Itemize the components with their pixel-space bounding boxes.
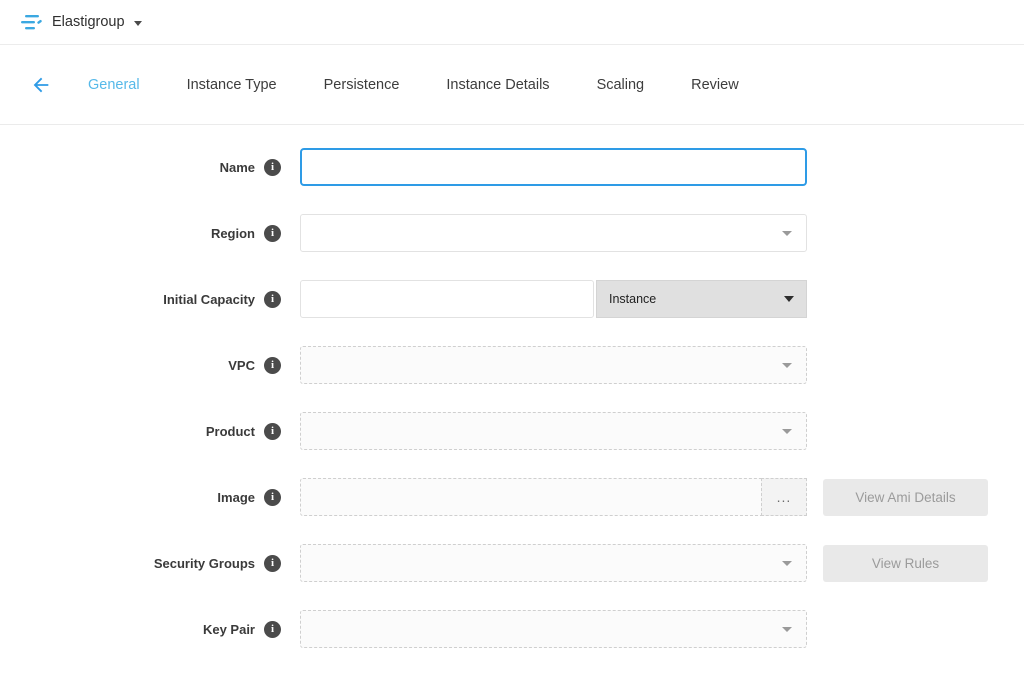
info-icon[interactable]: i [264,159,281,176]
region-select[interactable] [300,214,807,252]
region-label: Region [211,226,255,241]
topbar: Elastigroup [0,0,1024,45]
key-pair-label: Key Pair [203,622,255,637]
chevron-down-icon [782,231,792,236]
general-form: Name i Region i Initial Capacity i Inst [0,125,1024,648]
product-select[interactable] [300,412,807,450]
info-icon[interactable]: i [264,621,281,638]
tab-general[interactable]: General [88,77,140,93]
form-row-product: Product i [0,412,1024,450]
form-row-region: Region i [0,214,1024,252]
image-label: Image [217,490,255,505]
elastigroup-logo-icon [20,14,43,31]
chevron-down-icon [782,363,792,368]
info-icon[interactable]: i [264,357,281,374]
app-switcher[interactable]: Elastigroup [20,14,142,31]
info-icon[interactable]: i [264,423,281,440]
chevron-down-icon [782,561,792,566]
arrow-left-icon [30,74,52,96]
info-icon[interactable]: i [264,489,281,506]
chevron-down-icon [784,296,794,302]
chevron-down-icon [782,429,792,434]
name-label: Name [220,160,255,175]
chevron-down-icon [782,627,792,632]
initial-capacity-label: Initial Capacity [163,292,255,307]
tab-instance-details[interactable]: Instance Details [446,77,549,93]
product-label: Product [206,424,255,439]
form-row-key-pair: Key Pair i [0,610,1024,648]
view-rules-button[interactable]: View Rules [823,545,988,582]
initial-capacity-input[interactable] [300,280,594,318]
key-pair-select[interactable] [300,610,807,648]
name-input[interactable] [300,148,807,186]
vpc-select[interactable] [300,346,807,384]
info-icon[interactable]: i [264,555,281,572]
wizard-tab-bar: General Instance Type Persistence Instan… [0,45,1024,125]
form-row-vpc: VPC i [0,346,1024,384]
image-field[interactable] [300,478,762,516]
form-row-initial-capacity: Initial Capacity i Instance [0,280,1024,318]
info-icon[interactable]: i [264,225,281,242]
vpc-label: VPC [228,358,255,373]
view-ami-details-button[interactable]: View Ami Details [823,479,988,516]
chevron-down-icon [134,21,142,26]
security-groups-label: Security Groups [154,556,255,571]
app-name: Elastigroup [52,14,125,30]
tab-list: General Instance Type Persistence Instan… [88,77,739,93]
form-row-security-groups: Security Groups i View Rules [0,544,1024,582]
form-row-image: Image i ... View Ami Details [0,478,1024,516]
capacity-unit-select[interactable]: Instance [596,280,807,318]
back-button[interactable] [28,72,54,98]
capacity-unit-value: Instance [609,292,656,306]
form-row-name: Name i [0,148,1024,186]
tab-instance-type[interactable]: Instance Type [187,77,277,93]
info-icon[interactable]: i [264,291,281,308]
tab-persistence[interactable]: Persistence [324,77,400,93]
security-groups-select[interactable] [300,544,807,582]
image-browse-button[interactable]: ... [761,478,807,516]
tab-scaling[interactable]: Scaling [597,77,645,93]
tab-review[interactable]: Review [691,77,739,93]
